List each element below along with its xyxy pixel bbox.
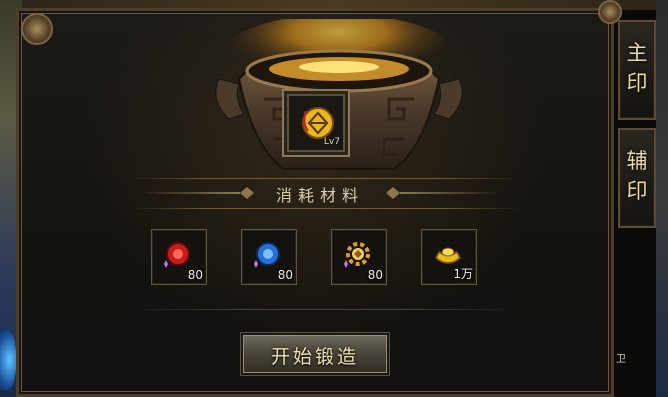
- material-quantity: 1万: [453, 267, 473, 281]
- divider: [130, 309, 520, 310]
- corner-ornament-icon: [21, 13, 53, 45]
- forge-item-slot[interactable]: Lv7: [282, 89, 350, 157]
- header-line-right: [400, 192, 500, 194]
- materials-title: 消耗材料: [275, 186, 364, 205]
- item-level-label: Lv7: [323, 137, 340, 147]
- material-quantity: 80: [277, 268, 293, 282]
- material-slot-gold-charm[interactable]: 80: [331, 229, 387, 285]
- header-rule-bottom: [130, 208, 520, 209]
- blue-orb-decoration: [0, 330, 16, 390]
- tab-label-char: 印: [626, 179, 648, 203]
- tab-label-char: 印: [626, 71, 648, 95]
- material-quantity: 80: [367, 268, 383, 282]
- material-quantity: 80: [187, 268, 203, 282]
- tab-main-seal[interactable]: 主 印: [618, 20, 656, 120]
- header-ornament-icon: [386, 187, 400, 199]
- material-slot-blue-gem[interactable]: 80: [241, 229, 297, 285]
- material-slot-red-gem[interactable]: 80: [151, 229, 207, 285]
- tab-label-char: 辅: [626, 149, 648, 173]
- tab-secondary-seal[interactable]: 辅 印: [618, 128, 656, 228]
- materials-header: 消耗材料: [140, 180, 500, 206]
- world-background-right: [656, 0, 668, 397]
- material-slot-gold-ingot[interactable]: 1万: [421, 229, 477, 285]
- side-label: 卫: [616, 354, 626, 365]
- start-forge-button[interactable]: 开始锻造: [241, 333, 389, 375]
- header-rule-top: [130, 178, 520, 179]
- start-forge-label: 开始锻造: [270, 346, 359, 368]
- tab-label-char: 主: [626, 41, 648, 65]
